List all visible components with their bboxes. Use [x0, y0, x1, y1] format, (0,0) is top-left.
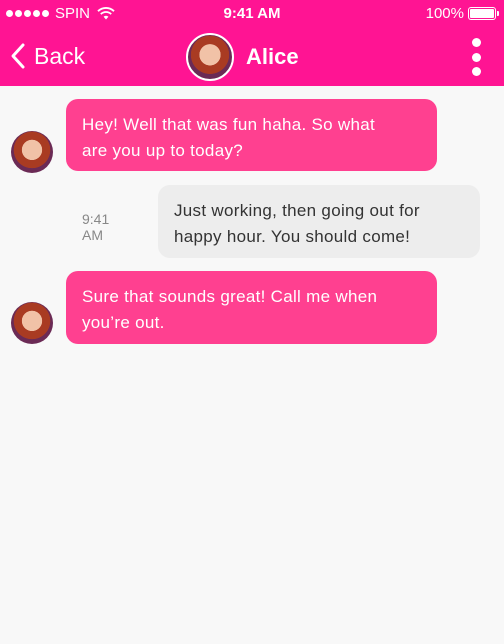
chevron-left-icon [11, 43, 25, 69]
message-timestamp: 9:41 AM [82, 211, 110, 243]
message-line: Just working, then going out for [174, 201, 420, 220]
back-label: Back [34, 42, 86, 69]
back-button[interactable]: Back [10, 37, 85, 75]
battery-fill [470, 9, 494, 18]
battery-icon [468, 7, 499, 20]
message-line: Sure that sounds great! Call me when [82, 287, 378, 306]
sender-avatar[interactable] [11, 302, 53, 344]
nav-bar: Back Alice [0, 28, 504, 86]
message-bubble[interactable]: Just working, then going out for happy h… [158, 185, 480, 258]
message-line: happy hour. You should come! [174, 227, 411, 246]
message-line: you’re out. [82, 313, 165, 332]
more-vertical-icon[interactable] [470, 38, 482, 76]
message-list[interactable]: Hey! Well that was fun haha. So what are… [0, 86, 504, 644]
message-bubble[interactable]: Hey! Well that was fun haha. So what are… [66, 99, 437, 171]
app-header: SPIN 9:41 AM 100% Back Alice [0, 0, 504, 86]
status-bar: SPIN 9:41 AM 100% [0, 0, 504, 28]
message-line: Hey! Well that was fun haha. So what [82, 115, 376, 134]
message-bubble[interactable]: Sure that sounds great! Call me when you… [66, 271, 437, 344]
message-line: are you up to today? [82, 141, 244, 160]
sender-avatar[interactable] [11, 131, 53, 173]
contact-avatar[interactable] [186, 33, 234, 81]
contact-name: Alice [246, 44, 299, 69]
battery-percentage: 100% [425, 5, 464, 22]
status-right: 100% [425, 5, 499, 22]
contact-title[interactable]: Alice [186, 32, 299, 82]
